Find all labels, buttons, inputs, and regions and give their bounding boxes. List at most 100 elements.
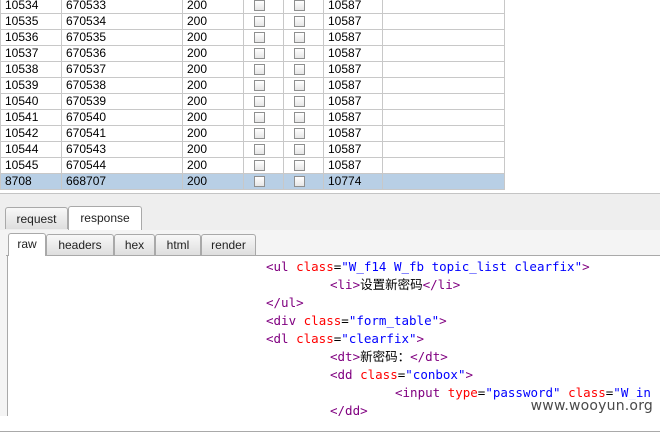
- error-checkbox[interactable]: [254, 128, 265, 140]
- code-token: 新密码：: [360, 349, 411, 364]
- request-cell: 10537: [0, 45, 62, 62]
- request-cell: 10540: [0, 93, 62, 110]
- status-cell: 200: [182, 13, 244, 30]
- code-token: class: [360, 367, 398, 382]
- error-checkbox[interactable]: [254, 80, 265, 92]
- code-token: "conbox": [405, 367, 466, 382]
- length-cell: 10587: [323, 0, 383, 14]
- timeout-checkbox[interactable]: [294, 144, 305, 156]
- empty-cell: [382, 109, 505, 126]
- code-token: <dd: [330, 367, 361, 382]
- watermark-text: www.wooyun.org: [527, 398, 656, 414]
- table-row[interactable]: 10545 670544 200 10587: [0, 157, 505, 174]
- table-row[interactable]: 10535 670534 200 10587: [0, 13, 505, 30]
- timeout-checkbox-cell: [283, 45, 324, 62]
- length-cell: 10587: [323, 157, 383, 174]
- timeout-checkbox[interactable]: [294, 96, 305, 108]
- code-line: <li>设置新密码</li>: [330, 276, 460, 294]
- timeout-checkbox-cell: [283, 109, 324, 126]
- timeout-checkbox[interactable]: [294, 48, 305, 60]
- request-cell: 10544: [0, 141, 62, 158]
- error-checkbox[interactable]: [254, 160, 265, 172]
- code-token: >: [465, 367, 474, 382]
- code-token: </ul>: [266, 295, 304, 310]
- error-checkbox-cell: [243, 45, 284, 62]
- table-row[interactable]: 10540 670539 200 10587: [0, 93, 505, 110]
- empty-cell: [382, 29, 505, 46]
- code-line: <div class="form_table">: [266, 312, 447, 330]
- timeout-checkbox[interactable]: [294, 128, 305, 140]
- error-checkbox[interactable]: [254, 144, 265, 156]
- table-row[interactable]: 10541 670540 200 10587: [0, 109, 505, 126]
- timeout-checkbox[interactable]: [294, 16, 305, 28]
- table-row[interactable]: 10544 670543 200 10587: [0, 141, 505, 158]
- code-token: <ul: [266, 259, 297, 274]
- status-cell: 200: [182, 157, 244, 174]
- error-checkbox[interactable]: [254, 32, 265, 44]
- tab-request[interactable]: request: [5, 207, 68, 229]
- timeout-checkbox[interactable]: [294, 64, 305, 76]
- timeout-checkbox[interactable]: [294, 160, 305, 172]
- status-cell: 200: [182, 45, 244, 62]
- code-token: >: [582, 259, 590, 274]
- length-cell: 10587: [323, 13, 383, 30]
- empty-cell: [382, 125, 505, 142]
- code-token: <li>: [330, 277, 361, 292]
- error-checkbox-cell: [243, 93, 284, 110]
- empty-cell: [382, 13, 505, 30]
- tab-html[interactable]: html: [155, 234, 201, 255]
- error-checkbox[interactable]: [254, 96, 265, 108]
- code-token: class: [296, 331, 334, 346]
- status-cell: 200: [182, 125, 244, 142]
- length-cell: 10587: [323, 45, 383, 62]
- timeout-checkbox-cell: [283, 77, 324, 94]
- split-pane-divider[interactable]: [0, 193, 660, 202]
- error-checkbox[interactable]: [254, 112, 265, 124]
- tab-render[interactable]: render: [201, 234, 256, 255]
- table-row[interactable]: 10542 670541 200 10587: [0, 125, 505, 142]
- timeout-checkbox[interactable]: [294, 32, 305, 44]
- error-checkbox[interactable]: [254, 176, 265, 188]
- timeout-checkbox-cell: [283, 141, 324, 158]
- table-row[interactable]: 10538 670537 200 10587: [0, 61, 505, 78]
- table-row[interactable]: 10534 670533 200 10587: [0, 0, 505, 14]
- code-token: class: [303, 313, 342, 328]
- tab-response[interactable]: response: [68, 206, 142, 230]
- tab-hex[interactable]: hex: [114, 234, 155, 255]
- payload-cell: 670540: [61, 109, 183, 126]
- timeout-checkbox-cell: [283, 93, 324, 110]
- timeout-checkbox[interactable]: [294, 0, 305, 12]
- payload-cell: 670544: [61, 157, 183, 174]
- error-checkbox-cell: [243, 13, 284, 30]
- timeout-checkbox-cell: [283, 125, 324, 142]
- results-table: 10534 670533 200 10587 10535 670534 200 10587 10…: [0, 0, 660, 193]
- error-checkbox[interactable]: [254, 0, 265, 12]
- table-row[interactable]: 10537 670536 200 10587: [0, 45, 505, 62]
- table-row[interactable]: 10539 670538 200 10587: [0, 77, 505, 94]
- error-checkbox[interactable]: [254, 48, 265, 60]
- empty-cell: [382, 141, 505, 158]
- error-checkbox-cell: [243, 61, 284, 78]
- message-tabs: request response: [0, 202, 660, 432]
- tab-raw[interactable]: raw: [8, 233, 46, 256]
- error-checkbox[interactable]: [254, 16, 265, 28]
- timeout-checkbox[interactable]: [294, 176, 305, 188]
- table-row[interactable]: 8708 668707 200 10774: [0, 173, 505, 190]
- table-row[interactable]: 10536 670535 200 10587: [0, 29, 505, 46]
- payload-cell: 670543: [61, 141, 183, 158]
- code-token: =: [341, 313, 349, 328]
- code-token: 设置新密码: [360, 277, 423, 292]
- response-body-viewer[interactable]: <ul class="W_f14 W_fb topic_list clearfi…: [7, 256, 660, 416]
- tab-headers[interactable]: headers: [46, 234, 114, 255]
- payload-cell: 670541: [61, 125, 183, 142]
- status-cell: 200: [182, 93, 244, 110]
- timeout-checkbox[interactable]: [294, 112, 305, 124]
- length-cell: 10587: [323, 77, 383, 94]
- timeout-checkbox-cell: [283, 13, 324, 30]
- error-checkbox-cell: [243, 29, 284, 46]
- timeout-checkbox-cell: [283, 61, 324, 78]
- request-cell: 10536: [0, 29, 62, 46]
- timeout-checkbox[interactable]: [294, 80, 305, 92]
- error-checkbox[interactable]: [254, 64, 265, 76]
- code-line: </dd>: [330, 402, 368, 416]
